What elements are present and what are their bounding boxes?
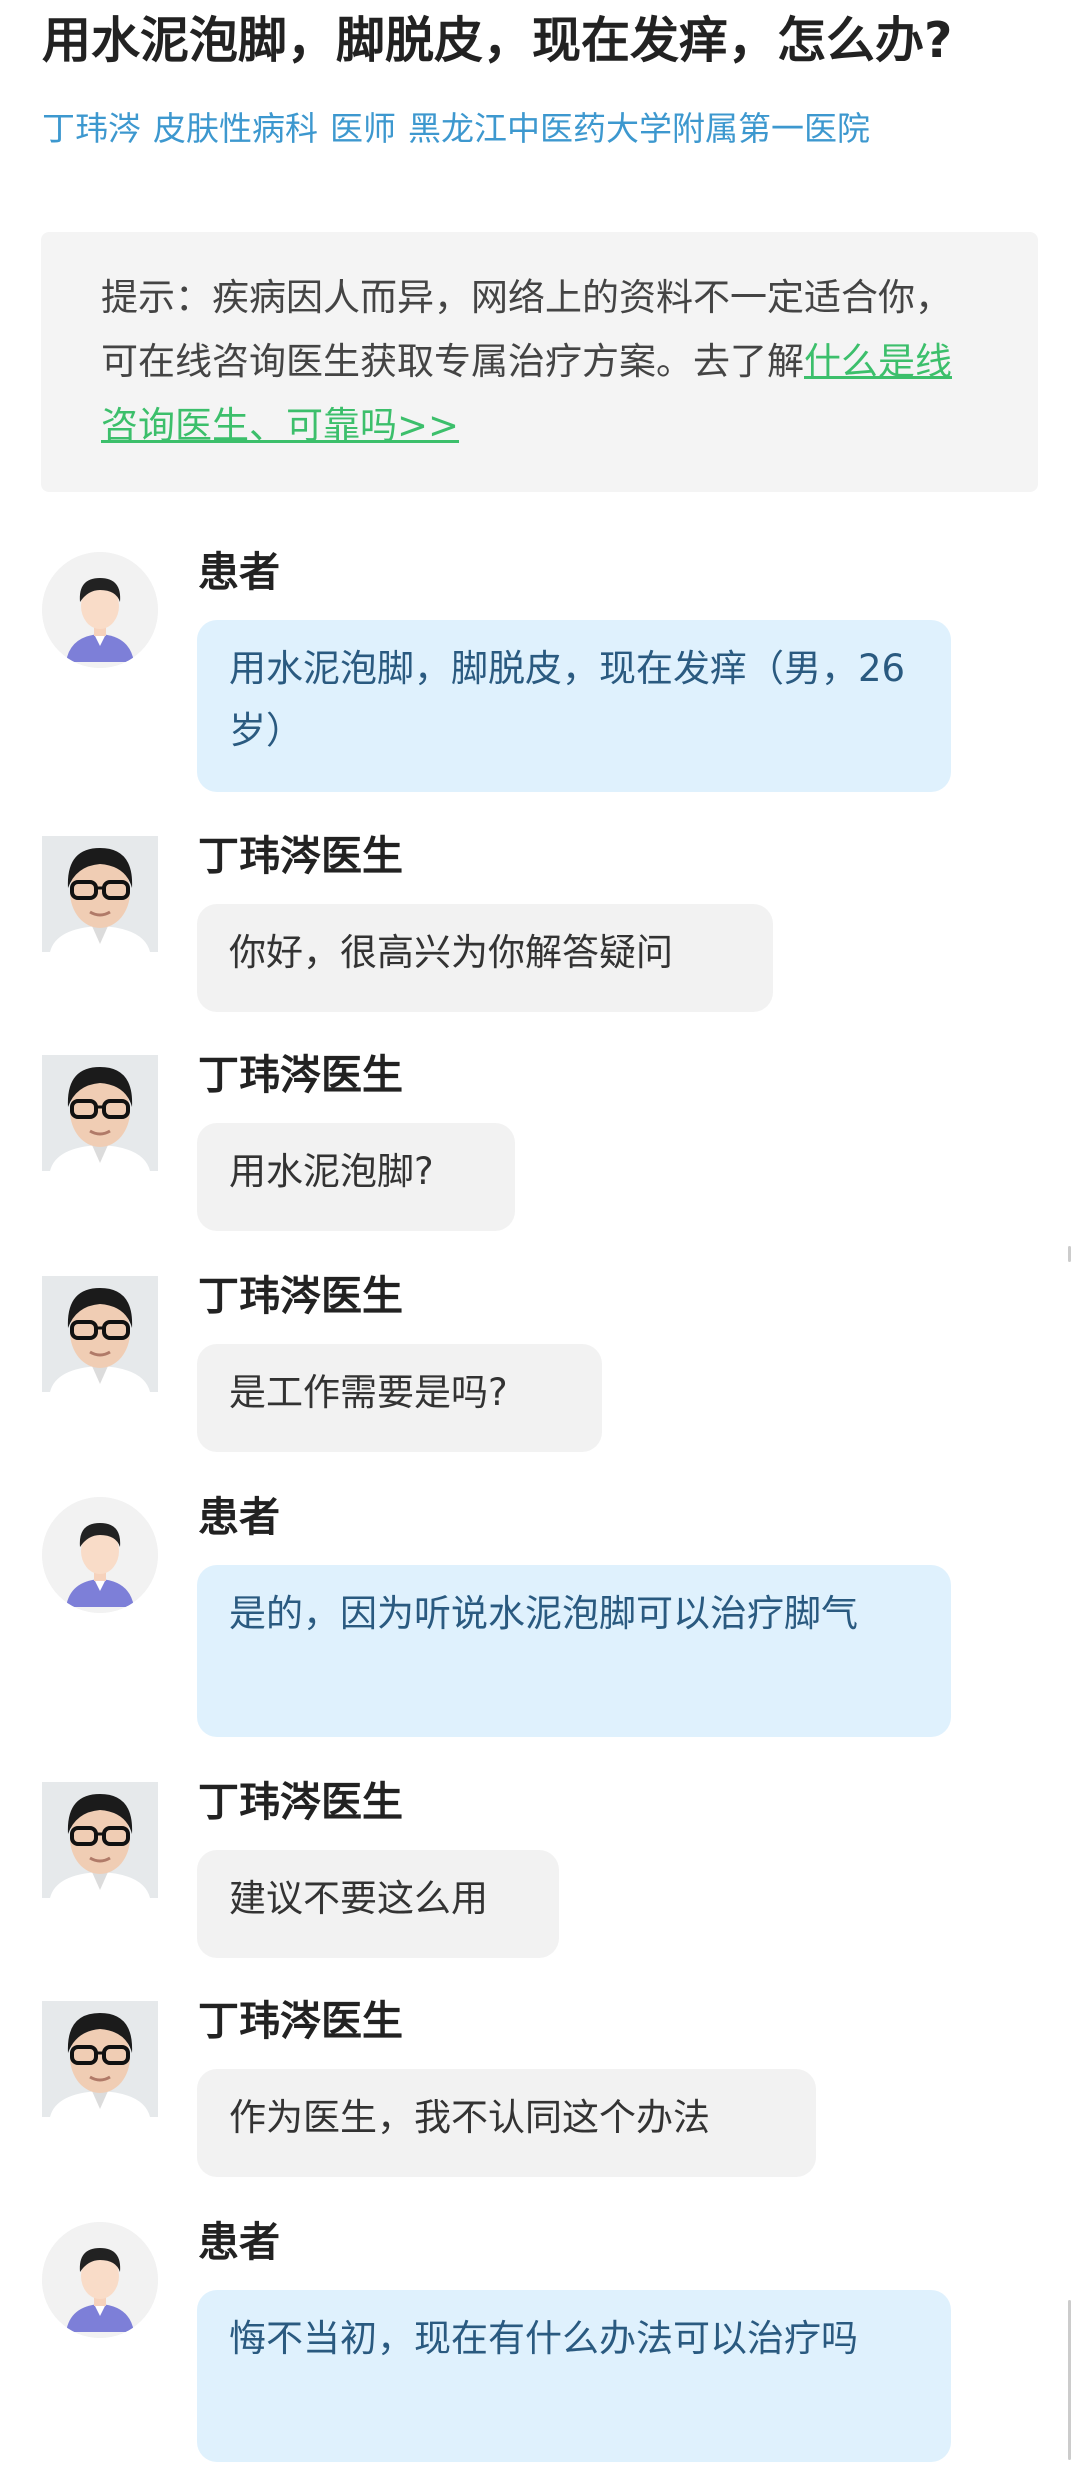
sender-name: 丁玮涔医生 <box>198 1778 403 1826</box>
doctor-avatar[interactable] <box>42 1276 158 1392</box>
message-bubble: 建议不要这么用 <box>197 1850 559 1958</box>
consult-page: 用水泥泡脚，脚脱皮，现在发痒，怎么办? 丁玮涔 皮肤性病科 医师 黑龙江中医药大学附属… <box>0 0 1079 2468</box>
message-bubble: 你好，很高兴为你解答疑问 <box>197 904 773 1012</box>
message-bubble: 作为医生，我不认同这个办法 <box>197 2069 816 2177</box>
page-title: 用水泥泡脚，脚脱皮，现在发痒，怎么办? <box>42 12 953 69</box>
doctor-byline[interactable]: 丁玮涔 皮肤性病科 医师 黑龙江中医药大学附属第一医院 <box>42 106 882 152</box>
patient-avatar <box>42 2222 158 2338</box>
doctor-avatar[interactable] <box>42 836 158 952</box>
message-bubble: 用水泥泡脚? <box>197 1123 515 1231</box>
message-bubble: 是的，因为听说水泥泡脚可以治疗脚气 <box>197 1565 951 1737</box>
message-bubble: 用水泥泡脚，脚脱皮，现在发痒（男，26岁） <box>197 620 951 792</box>
doctor-title: 医师 <box>330 109 396 148</box>
sender-name: 患者 <box>198 548 280 596</box>
tip-box: 提示：疾病因人而异，网络上的资料不一定适合你，可在线咨询医生获取专属治疗方案。去… <box>41 232 1038 492</box>
doctor-hospital[interactable]: 黑龙江中医药大学附属第一医院 <box>408 109 870 148</box>
sender-name: 丁玮涔医生 <box>198 1997 403 2045</box>
message-bubble: 悔不当初，现在有什么办法可以治疗吗 <box>197 2290 951 2462</box>
patient-avatar <box>42 1497 158 1613</box>
doctor-avatar[interactable] <box>42 1055 158 1171</box>
sender-name: 患者 <box>198 1493 280 1541</box>
doctor-name[interactable]: 丁玮涔 <box>42 109 141 148</box>
scrollbar-marker[interactable] <box>1068 1246 1071 1262</box>
sender-name: 丁玮涔医生 <box>198 832 403 880</box>
scrollbar-thumb[interactable] <box>1068 2300 1071 2460</box>
patient-avatar <box>42 552 158 668</box>
doctor-avatar[interactable] <box>42 2001 158 2117</box>
doctor-department: 皮肤性病科 <box>153 109 318 148</box>
doctor-avatar[interactable] <box>42 1782 158 1898</box>
sender-name: 丁玮涔医生 <box>198 1272 403 1320</box>
message-bubble: 是工作需要是吗? <box>197 1344 602 1452</box>
sender-name: 丁玮涔医生 <box>198 1051 403 1099</box>
sender-name: 患者 <box>198 2218 280 2266</box>
